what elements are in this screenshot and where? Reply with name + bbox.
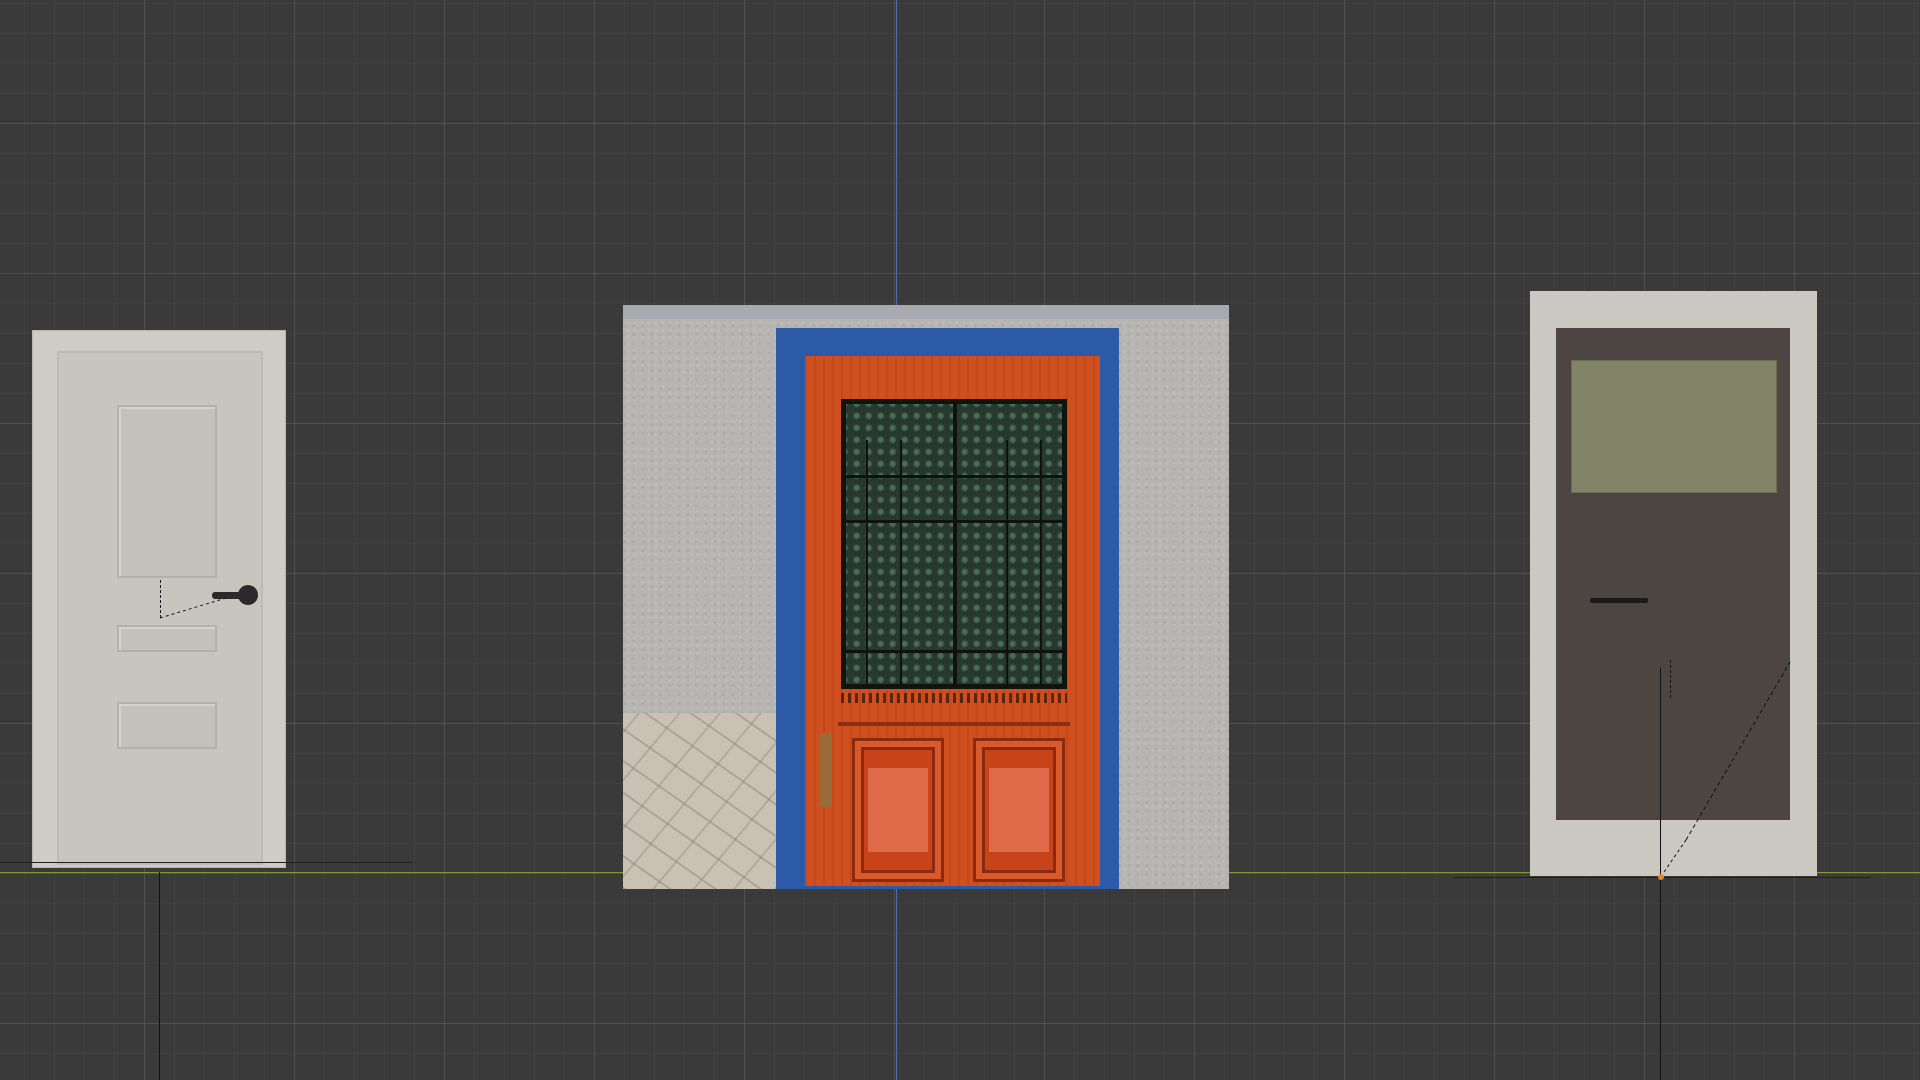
door-handle	[1590, 598, 1648, 603]
ground-line	[0, 862, 412, 863]
stone-base	[623, 713, 776, 889]
lower-panel	[117, 702, 217, 749]
iron-bar-vertical-4	[1040, 440, 1042, 689]
iron-bar-vertical-center	[953, 399, 957, 689]
wall-top-edge	[623, 305, 1229, 319]
middle-panel	[117, 625, 217, 652]
iron-bar-horizontal-1	[841, 475, 1067, 478]
3d-viewport[interactable]	[0, 0, 1920, 1080]
origin-point[interactable]	[1658, 874, 1664, 880]
upper-panel	[117, 405, 217, 578]
iron-bar-horizontal-2	[841, 520, 1067, 523]
empty-helper-dash	[160, 580, 161, 618]
origin-line	[159, 872, 160, 1080]
handle-rose	[238, 585, 258, 605]
door-pull-handle	[820, 733, 832, 807]
lower-left-inner-panel	[868, 768, 928, 852]
door-rail	[838, 722, 1070, 726]
lower-right-inner-panel	[989, 768, 1049, 852]
iron-bar-horizontal-3	[841, 650, 1067, 653]
iron-bar-vertical-1	[866, 440, 868, 689]
iron-bar-vertical-3	[1006, 440, 1008, 689]
iron-bar-vertical-2	[900, 440, 902, 689]
empty-helper-dash	[1670, 660, 1671, 698]
carved-frieze	[841, 693, 1067, 703]
door-window	[1571, 360, 1777, 493]
